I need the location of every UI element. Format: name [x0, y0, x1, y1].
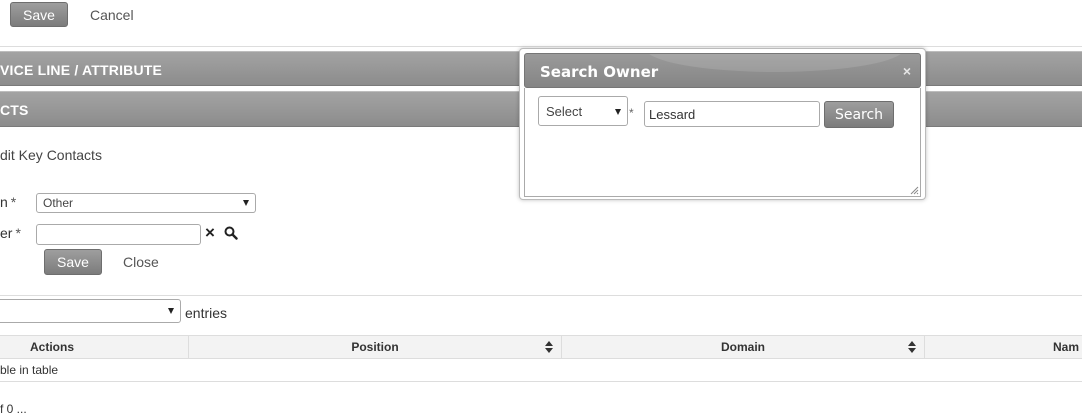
- column-header-domain[interactable]: Domain: [562, 336, 925, 358]
- section-contacts-title: CTS: [0, 102, 29, 118]
- owner-label-text: er: [0, 225, 13, 241]
- column-header-name[interactable]: Nam: [925, 336, 1082, 358]
- domain-label-text: n: [0, 194, 8, 210]
- table-empty-message: ble in table: [0, 363, 59, 377]
- table-top-divider: [0, 295, 1082, 296]
- owner-label: er *: [0, 225, 21, 241]
- search-icon[interactable]: [224, 226, 238, 240]
- entries-label: entries: [185, 305, 228, 321]
- column-header-actions[interactable]: Actions: [0, 336, 189, 358]
- domain-select-value: Other: [43, 196, 74, 210]
- dialog-title: Search Owner: [540, 63, 659, 81]
- column-header-position[interactable]: Position: [189, 336, 562, 358]
- column-header-domain-label: Domain: [720, 340, 765, 354]
- owner-input[interactable]: [36, 224, 201, 245]
- dialog-body: Select * Search: [524, 88, 921, 197]
- table-info-text: f 0 ...: [0, 402, 27, 416]
- search-type-select-value: Select: [546, 104, 583, 119]
- close-icon[interactable]: ×: [903, 64, 911, 78]
- domain-required-mark: *: [10, 194, 17, 210]
- sort-icon: [908, 341, 916, 353]
- entries-select[interactable]: [0, 299, 181, 323]
- section-service-line-title: VICE LINE / ATTRIBUTE: [0, 62, 163, 78]
- chevron-down-icon: [168, 308, 174, 314]
- top-cancel-link[interactable]: Cancel: [90, 7, 134, 23]
- sort-icon: [545, 341, 553, 353]
- table-bottom-border: [0, 381, 1082, 382]
- column-header-actions-label: Actions: [29, 340, 74, 354]
- owner-search-input[interactable]: [644, 101, 820, 127]
- resize-grip-icon[interactable]: [910, 186, 919, 195]
- column-header-name-label: Nam: [1053, 340, 1080, 354]
- clear-icon[interactable]: ×: [205, 224, 215, 242]
- form-close-link[interactable]: Close: [123, 254, 159, 270]
- chevron-down-icon: [243, 200, 249, 206]
- search-required-mark: *: [629, 106, 634, 120]
- domain-label: n *: [0, 194, 16, 210]
- title-bar-sheen: [645, 54, 905, 72]
- owner-required-mark: *: [15, 225, 21, 241]
- top-divider: [0, 46, 1082, 47]
- top-save-button[interactable]: Save: [10, 2, 68, 27]
- domain-select[interactable]: Other: [36, 193, 256, 213]
- form-save-button[interactable]: Save: [44, 249, 102, 275]
- column-header-position-label: Position: [351, 340, 399, 354]
- dialog-title-bar[interactable]: Search Owner ×: [524, 53, 921, 88]
- search-type-select[interactable]: Select: [538, 96, 628, 126]
- search-owner-dialog: Search Owner × Select * Search: [519, 48, 926, 200]
- chevron-down-icon: [615, 109, 621, 115]
- form-subtitle: dit Key Contacts: [0, 147, 102, 163]
- table-header-bottom-border: [0, 358, 1082, 359]
- search-button[interactable]: Search: [824, 101, 894, 128]
